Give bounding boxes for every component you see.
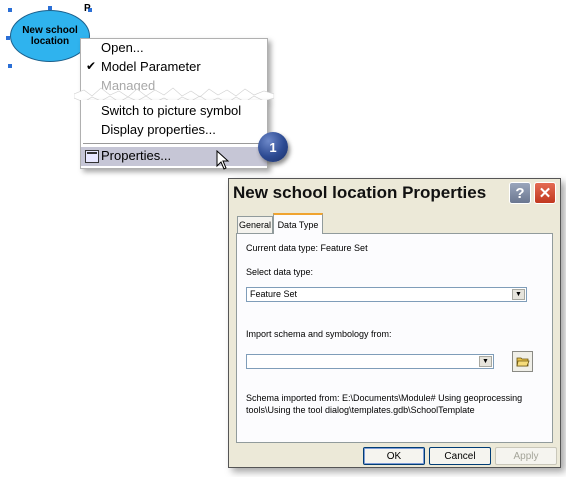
- import-schema-dropdown[interactable]: ▼: [246, 354, 494, 369]
- model-variable-node[interactable]: New school location: [10, 10, 90, 65]
- selection-handle[interactable]: [8, 64, 12, 68]
- mouse-pointer-icon: [216, 150, 230, 170]
- menu-item-label: Display properties...: [101, 122, 216, 137]
- apply-button: Apply: [495, 447, 557, 465]
- dialog-titlebar[interactable]: New school location Properties ? ✕: [229, 179, 560, 209]
- properties-dialog: New school location Properties ? ✕ Gener…: [228, 178, 561, 468]
- node-label-line2: location: [30, 36, 70, 47]
- context-menu-lower: Switch to picture symbol Display propert…: [80, 100, 268, 169]
- variable-ellipse[interactable]: New school location: [10, 10, 90, 62]
- dialog-title: New school location Properties: [233, 183, 487, 202]
- open-folder-icon: [516, 357, 530, 366]
- close-icon[interactable]: ✕: [534, 182, 556, 204]
- menu-item-switch-picture-symbol[interactable]: Switch to picture symbol: [81, 102, 267, 121]
- current-data-type-label: Current data type: Feature Set: [246, 243, 368, 253]
- cancel-button[interactable]: Cancel: [429, 447, 491, 465]
- dropdown-arrow-icon[interactable]: ▼: [512, 289, 525, 300]
- menu-item-open[interactable]: Open...: [81, 39, 267, 58]
- checkmark-icon: ✔: [86, 59, 97, 73]
- menu-item-label: Properties...: [101, 148, 172, 163]
- parameter-marker: P: [84, 3, 91, 14]
- menu-item-display-properties[interactable]: Display properties...: [81, 121, 267, 140]
- callout-1: 1: [258, 132, 288, 162]
- properties-icon: [85, 150, 99, 163]
- select-data-type-label: Select data type:: [246, 267, 314, 277]
- data-type-dropdown[interactable]: Feature Set ▼: [246, 287, 527, 302]
- tab-data-type[interactable]: Data Type: [273, 213, 323, 234]
- tab-general[interactable]: General: [237, 216, 273, 233]
- help-icon[interactable]: ?: [509, 182, 531, 204]
- data-type-panel: Current data type: Feature Set Select da…: [236, 233, 553, 443]
- node-label-line1: New school: [22, 25, 78, 36]
- selection-handle[interactable]: [48, 6, 52, 10]
- schema-imported-text: Schema imported from: E:\Documents\Modul…: [246, 393, 523, 415]
- selection-handle[interactable]: [6, 36, 10, 40]
- dropdown-arrow-icon[interactable]: ▼: [479, 356, 492, 367]
- browse-folder-button[interactable]: [512, 351, 533, 372]
- menu-item-label: Model Parameter: [101, 59, 201, 74]
- menu-item-label: Open...: [101, 40, 144, 55]
- ok-button[interactable]: OK: [363, 447, 425, 465]
- import-schema-label: Import schema and symbology from:: [246, 329, 392, 339]
- menu-item-properties[interactable]: Properties...: [81, 147, 267, 166]
- selection-handle[interactable]: [8, 8, 12, 12]
- menu-item-label: Switch to picture symbol: [101, 103, 242, 118]
- menu-separator: [83, 143, 265, 144]
- menu-item-model-parameter[interactable]: ✔ Model Parameter: [81, 58, 267, 77]
- data-type-value: Feature Set: [250, 289, 298, 299]
